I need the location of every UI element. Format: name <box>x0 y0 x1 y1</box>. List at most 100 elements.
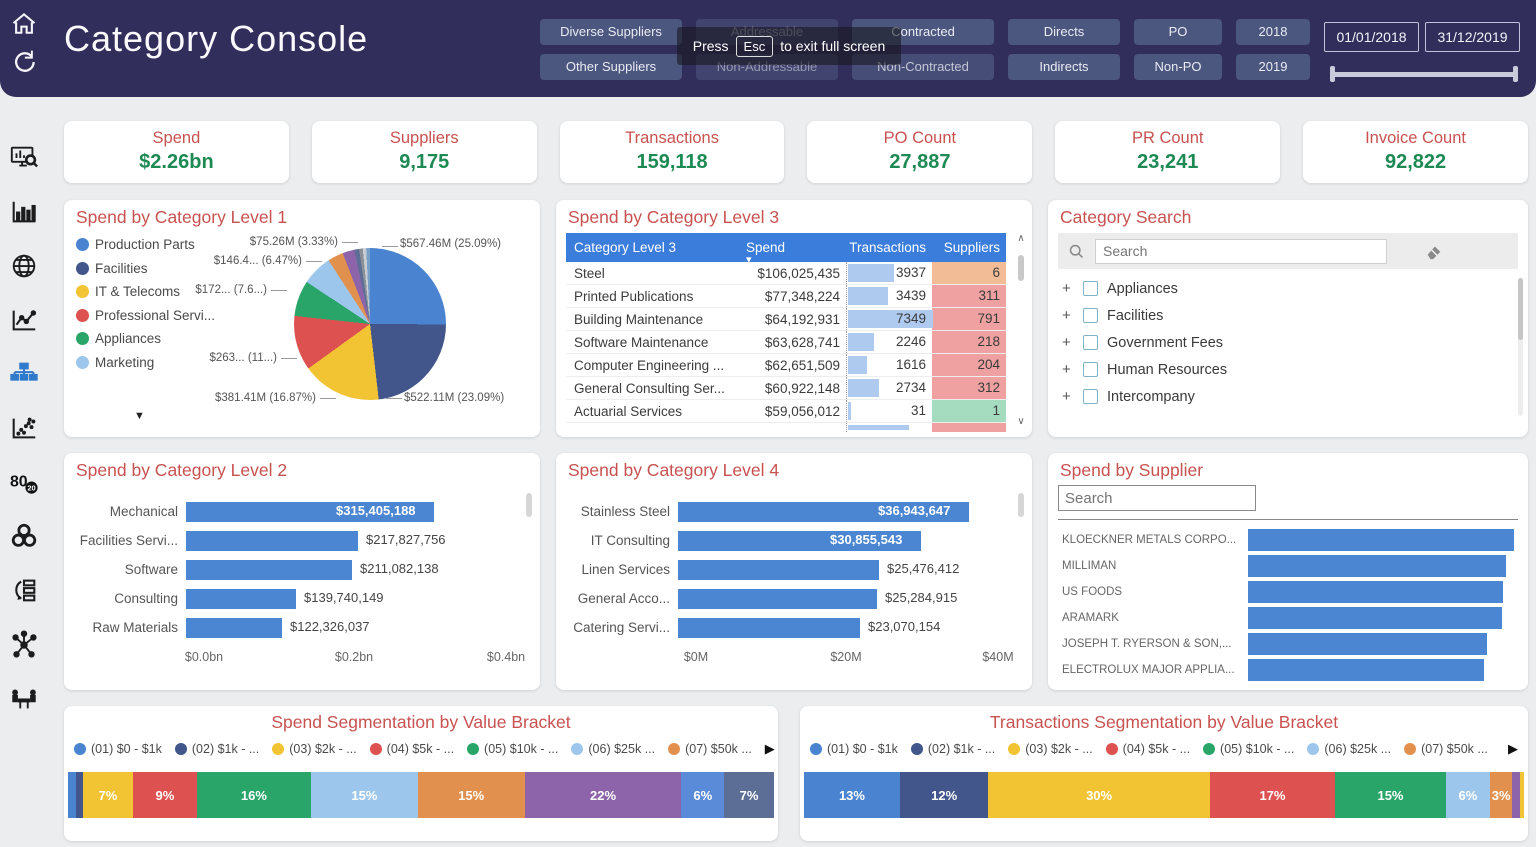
legend-item[interactable]: (03) $2k - ... <box>1008 742 1092 756</box>
slicer-diverse-suppliers[interactable]: Diverse Suppliers <box>540 19 682 45</box>
tree-item[interactable]: Appliances <box>1062 280 1227 297</box>
bar[interactable] <box>1248 659 1484 681</box>
tree-item[interactable]: Government Fees <box>1062 334 1227 351</box>
table-scrollbar[interactable]: ∧∨ <box>1014 233 1028 427</box>
home-icon[interactable] <box>10 10 38 38</box>
column-header-suppliers[interactable]: Suppliers <box>932 233 1006 262</box>
legend-item[interactable]: Marketing <box>76 355 215 370</box>
bar[interactable] <box>1248 529 1514 551</box>
supplier-search-input[interactable] <box>1058 485 1256 511</box>
expand-icon[interactable] <box>1062 361 1074 378</box>
date-from-input[interactable]: 01/01/2018 <box>1324 22 1419 52</box>
eraser-icon[interactable] <box>1425 242 1443 260</box>
hierarchy-icon[interactable] <box>9 359 39 389</box>
chart-scrollbar[interactable] <box>1018 493 1024 517</box>
network-icon[interactable] <box>9 629 39 659</box>
legend-item[interactable]: (01) $0 - $1k <box>74 742 162 756</box>
segment[interactable]: 16% <box>197 772 311 818</box>
legend-item[interactable]: (02) $1k - ... <box>175 742 259 756</box>
segment[interactable]: 15% <box>418 772 525 818</box>
globe-icon[interactable] <box>9 251 39 281</box>
table-row[interactable]: Actuarial Services$59,056,012 31 1 <box>566 400 1006 423</box>
bar[interactable] <box>1248 581 1503 603</box>
checkbox[interactable] <box>1083 308 1098 323</box>
legend-item[interactable]: (07) $50k ... <box>668 742 752 756</box>
expand-icon[interactable] <box>1062 280 1074 297</box>
segment[interactable]: 3% <box>1490 772 1512 818</box>
scroll-thumb[interactable] <box>1018 255 1024 281</box>
table-row[interactable]: Computer Engineering ...$62,651,509 1616… <box>566 354 1006 377</box>
segment[interactable]: 9% <box>133 772 197 818</box>
checkbox[interactable] <box>1083 362 1098 377</box>
scroll-thumb[interactable] <box>1518 278 1523 340</box>
pareto-80-20-icon[interactable]: 8020 <box>9 467 39 497</box>
slider-track[interactable] <box>1330 72 1518 77</box>
segment[interactable] <box>68 772 76 818</box>
segment[interactable] <box>1520 772 1524 818</box>
segment[interactable]: 15% <box>1335 772 1446 818</box>
checkbox[interactable] <box>1083 281 1098 296</box>
segment[interactable]: 6% <box>681 772 724 818</box>
date-range-slider[interactable] <box>1330 66 1518 82</box>
legend-item[interactable]: (04) $5k - ... <box>1106 742 1190 756</box>
expand-icon[interactable] <box>1062 334 1074 351</box>
legend-item[interactable]: (07) $50k ... <box>1404 742 1488 756</box>
bar[interactable] <box>678 618 860 638</box>
checkbox[interactable] <box>1083 335 1098 350</box>
line-chart-icon[interactable] <box>9 305 39 335</box>
slicer-directs[interactable]: Directs <box>1008 19 1120 45</box>
segment[interactable]: 17% <box>1210 772 1335 818</box>
meeting-icon[interactable] <box>9 683 39 713</box>
slider-handle-right[interactable] <box>1513 66 1518 82</box>
legend-item[interactable]: Professional Servi... <box>76 308 215 323</box>
column-header-category[interactable]: Category Level 3 <box>566 240 744 255</box>
legend-next-icon[interactable] <box>1508 741 1518 757</box>
legend-item[interactable]: (05) $10k - ... <box>467 742 558 756</box>
table-row[interactable]: Software Maintenance$63,628,741 2246 218 <box>566 331 1006 354</box>
table-row[interactable]: Printed Publications$77,348,224 3439 311 <box>566 285 1006 308</box>
legend-item[interactable]: Production Parts <box>76 237 215 252</box>
bar[interactable] <box>186 531 358 551</box>
slider-handle-left[interactable] <box>1330 66 1335 82</box>
slicer-other-suppliers[interactable]: Other Suppliers <box>540 54 682 80</box>
segment[interactable]: 22% <box>525 772 682 818</box>
table-row[interactable]: Steel$106,025,435 3937 6 <box>566 262 1006 285</box>
chart-scrollbar[interactable] <box>526 493 532 517</box>
bar[interactable] <box>1248 555 1506 577</box>
segment[interactable] <box>76 772 83 818</box>
bar[interactable] <box>186 618 282 638</box>
scroll-up-icon[interactable]: ∧ <box>1014 233 1028 244</box>
segment[interactable]: 7% <box>724 772 774 818</box>
refresh-icon[interactable] <box>10 48 38 76</box>
table-row[interactable]: General Consulting Ser...$60,922,148 273… <box>566 377 1006 400</box>
segment[interactable]: 13% <box>804 772 900 818</box>
process-list-icon[interactable] <box>9 575 39 605</box>
slicer-2018[interactable]: 2018 <box>1236 19 1310 45</box>
slicer-indirects[interactable]: Indirects <box>1008 54 1120 80</box>
slicer-po[interactable]: PO <box>1134 19 1222 45</box>
legend-item[interactable]: (06) $25k ... <box>1307 742 1391 756</box>
category-search-input[interactable] <box>1095 239 1387 264</box>
tree-item[interactable]: Intercompany <box>1062 388 1227 405</box>
segment[interactable] <box>1512 772 1519 818</box>
column-header-transactions[interactable]: Transactions <box>846 233 932 262</box>
date-to-input[interactable]: 31/12/2019 <box>1425 22 1520 52</box>
list-scrollbar[interactable] <box>1518 278 1523 416</box>
bar-chart-icon[interactable] <box>9 197 39 227</box>
bar[interactable] <box>678 589 877 609</box>
legend-item[interactable]: IT & Telecoms <box>76 284 215 299</box>
scatter-plot-icon[interactable] <box>9 413 39 443</box>
segment[interactable]: 7% <box>83 772 133 818</box>
venn-rings-icon[interactable] <box>9 521 39 551</box>
pie-chart[interactable] <box>294 248 446 400</box>
bar[interactable] <box>678 560 879 580</box>
legend-item[interactable]: (06) $25k ... <box>571 742 655 756</box>
chevron-down-icon[interactable] <box>134 410 145 422</box>
table-row[interactable]: Building Maintenance$64,192,931 7349 791 <box>566 308 1006 331</box>
legend-item[interactable]: (04) $5k - ... <box>370 742 454 756</box>
legend-next-icon[interactable] <box>765 741 775 757</box>
slicer-non-po[interactable]: Non-PO <box>1134 54 1222 80</box>
tree-item[interactable]: Human Resources <box>1062 361 1227 378</box>
legend-item[interactable]: (05) $10k - ... <box>1203 742 1294 756</box>
legend-item[interactable]: (01) $0 - $1k <box>810 742 898 756</box>
